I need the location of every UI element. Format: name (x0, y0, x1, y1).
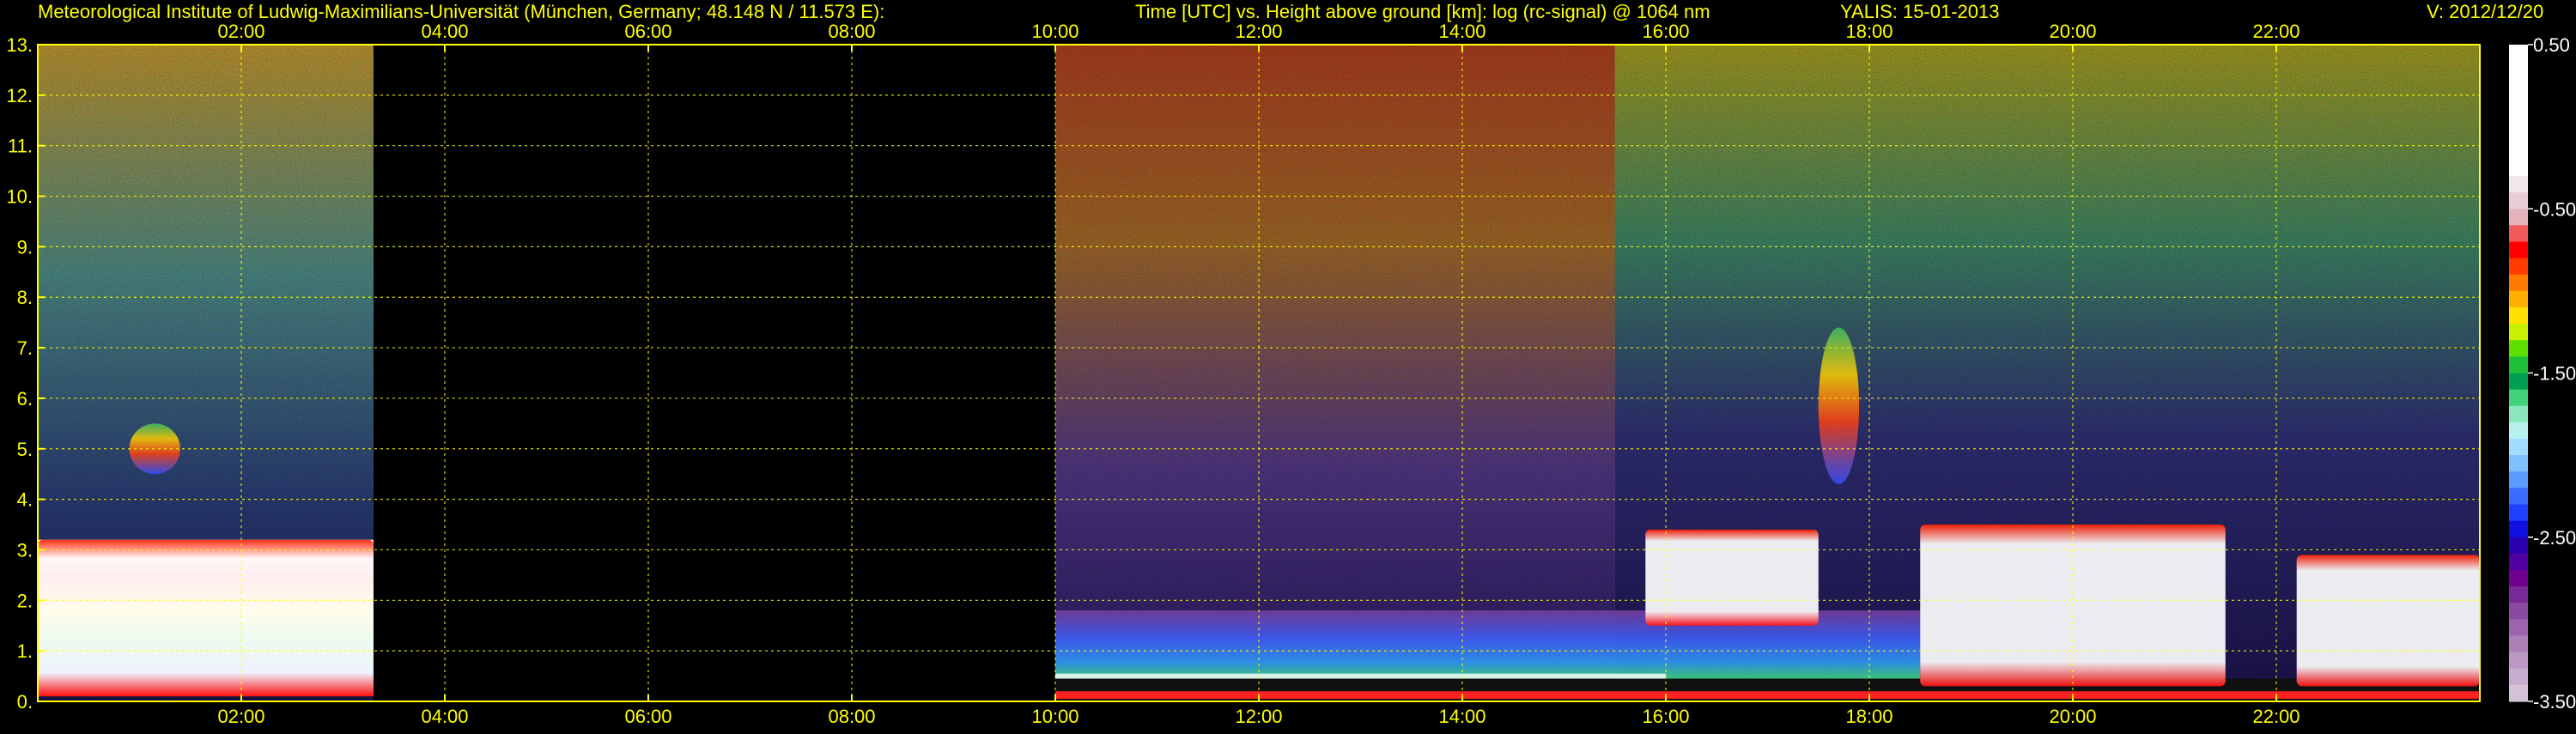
x-tick-label-bottom: 06:00 (624, 706, 671, 727)
aerosol-plume (1818, 327, 1860, 484)
colorbar-swatch (2509, 652, 2528, 670)
colorbar-swatch (2509, 110, 2528, 128)
colorbar-swatch (2509, 570, 2528, 587)
colorbar-tick-label: -2.50 (2533, 527, 2576, 549)
colorbar-swatch (2509, 668, 2528, 686)
y-tick-label: 1. (17, 640, 33, 662)
x-tick-label-top: 06:00 (624, 21, 671, 42)
colorbar-swatch (2509, 455, 2528, 472)
header-institute: Meteorological Institute of Ludwig-Maxim… (38, 1, 884, 22)
y-tick-label: 6. (17, 388, 33, 409)
colorbar-swatch (2509, 143, 2528, 161)
colorbar-swatch (2509, 94, 2528, 112)
cloud-feature (38, 539, 374, 697)
lidar-plot: 02:00 02:00 04:00 04:00 06:00 06:00 08:00 08:00… (0, 0, 2576, 730)
colorbar-tick-label: -0.50 (2533, 198, 2576, 220)
x-tick-label-top: 08:00 (828, 21, 875, 42)
x-tick-label-bottom: 14:00 (1438, 706, 1485, 727)
colorbar-swatch (2509, 537, 2528, 555)
colorbar-swatch (2509, 635, 2528, 653)
lidar-chart-svg: 02:00 02:00 04:00 04:00 06:00 06:00 08:00 08:00… (6, 1, 2576, 727)
y-tick-label: 11. (8, 136, 33, 157)
colorbar-tick-label: -3.50 (2533, 691, 2576, 713)
colorbar-swatch (2509, 307, 2528, 325)
x-tick-label-bottom: 10:00 (1031, 706, 1078, 727)
x-tick-label-bottom: 12:00 (1235, 706, 1282, 727)
x-tick-label-top: 12:00 (1235, 21, 1282, 42)
y-tick-label: 2. (17, 590, 33, 611)
colorbar-swatch (2509, 373, 2528, 391)
y-tick-label: 9. (17, 236, 33, 258)
colorbar-swatch (2509, 258, 2528, 276)
colorbar-swatch (2509, 684, 2528, 702)
colorbar-swatch (2509, 405, 2528, 423)
aerosol-plume (129, 423, 180, 475)
colorbar-swatch (2509, 422, 2528, 440)
colorbar-swatch (2509, 471, 2528, 488)
header-version: V: 2012/12/20 (2427, 1, 2543, 22)
colorbar-swatch (2509, 389, 2528, 407)
x-tick-label-top: 20:00 (2049, 21, 2096, 42)
cloud-feature (2296, 555, 2480, 687)
x-tick-label-bottom: 04:00 (421, 706, 468, 727)
x-tick-label-bottom: 02:00 (217, 706, 264, 727)
x-tick-label-top: 10:00 (1031, 21, 1078, 42)
colorbar-swatch (2509, 290, 2528, 308)
x-tick-label-bottom: 08:00 (828, 706, 875, 727)
y-tick-label: 0. (17, 691, 33, 713)
colorbar-swatch (2509, 45, 2528, 62)
colorbar-swatch (2509, 126, 2528, 144)
surface-layer-edge (1055, 691, 2480, 700)
colorbar-swatch (2509, 520, 2528, 538)
x-tick-label-bottom: 18:00 (1845, 706, 1893, 727)
colorbar-swatch (2509, 176, 2528, 193)
x-tick-label-top: 04:00 (421, 21, 468, 42)
colorbar-tick-label: 0.50 (2533, 34, 2570, 56)
data-gap (374, 45, 1055, 701)
y-tick-label: 5. (17, 439, 33, 460)
colorbar-swatch (2509, 340, 2528, 357)
x-tick-label-bottom: 22:00 (2252, 706, 2300, 727)
colorbar-swatch (2509, 619, 2528, 637)
colorbar-swatch (2509, 61, 2528, 78)
colorbar-tick-label: -1.50 (2533, 363, 2576, 385)
colorbar-swatch (2509, 159, 2528, 177)
colorbar-swatch (2509, 241, 2528, 259)
colorbar-swatch (2509, 274, 2528, 292)
colorbar-swatch (2509, 586, 2528, 604)
y-tick-label: 7. (17, 337, 33, 359)
colorbar-swatch (2509, 77, 2528, 94)
signal-noise (1055, 45, 1615, 701)
colorbar-swatch (2509, 324, 2528, 341)
colorbar-swatch (2509, 488, 2528, 506)
x-tick-label-top: 16:00 (1642, 21, 1689, 42)
y-tick-label: 12. (6, 85, 33, 106)
cloud-feature (1645, 529, 1819, 626)
colorbar-swatch (2509, 209, 2528, 226)
x-tick-label-top: 22:00 (2252, 21, 2300, 42)
header-title: Time [UTC] vs. Height above ground [km]:… (1135, 1, 1710, 22)
colorbar-swatch (2509, 439, 2528, 456)
x-tick-label-top: 18:00 (1845, 21, 1893, 42)
header-station: YALIS: 15-01-2013 (1840, 1, 2000, 22)
colorbar: 0.50 -0.50 -1.50 -2.50 -3.50 (2509, 34, 2576, 713)
x-tick-label-top: 14:00 (1438, 21, 1485, 42)
y-tick-label: 10. (6, 186, 33, 208)
y-tick-label: 4. (17, 489, 33, 511)
y-tick-label: 3. (17, 539, 33, 561)
surface-layer-top (1055, 673, 1666, 679)
colorbar-swatch (2509, 603, 2528, 620)
x-tick-label-top: 02:00 (217, 21, 264, 42)
colorbar-swatch (2509, 553, 2528, 571)
colorbar-swatch (2509, 504, 2528, 522)
y-tick-label: 8. (17, 287, 33, 308)
x-tick-label-bottom: 16:00 (1642, 706, 1689, 727)
y-tick-label: 13. (6, 34, 33, 56)
colorbar-swatch (2509, 356, 2528, 374)
x-tick-label-bottom: 20:00 (2049, 706, 2096, 727)
colorbar-swatch (2509, 225, 2528, 243)
colorbar-swatch (2509, 192, 2528, 209)
